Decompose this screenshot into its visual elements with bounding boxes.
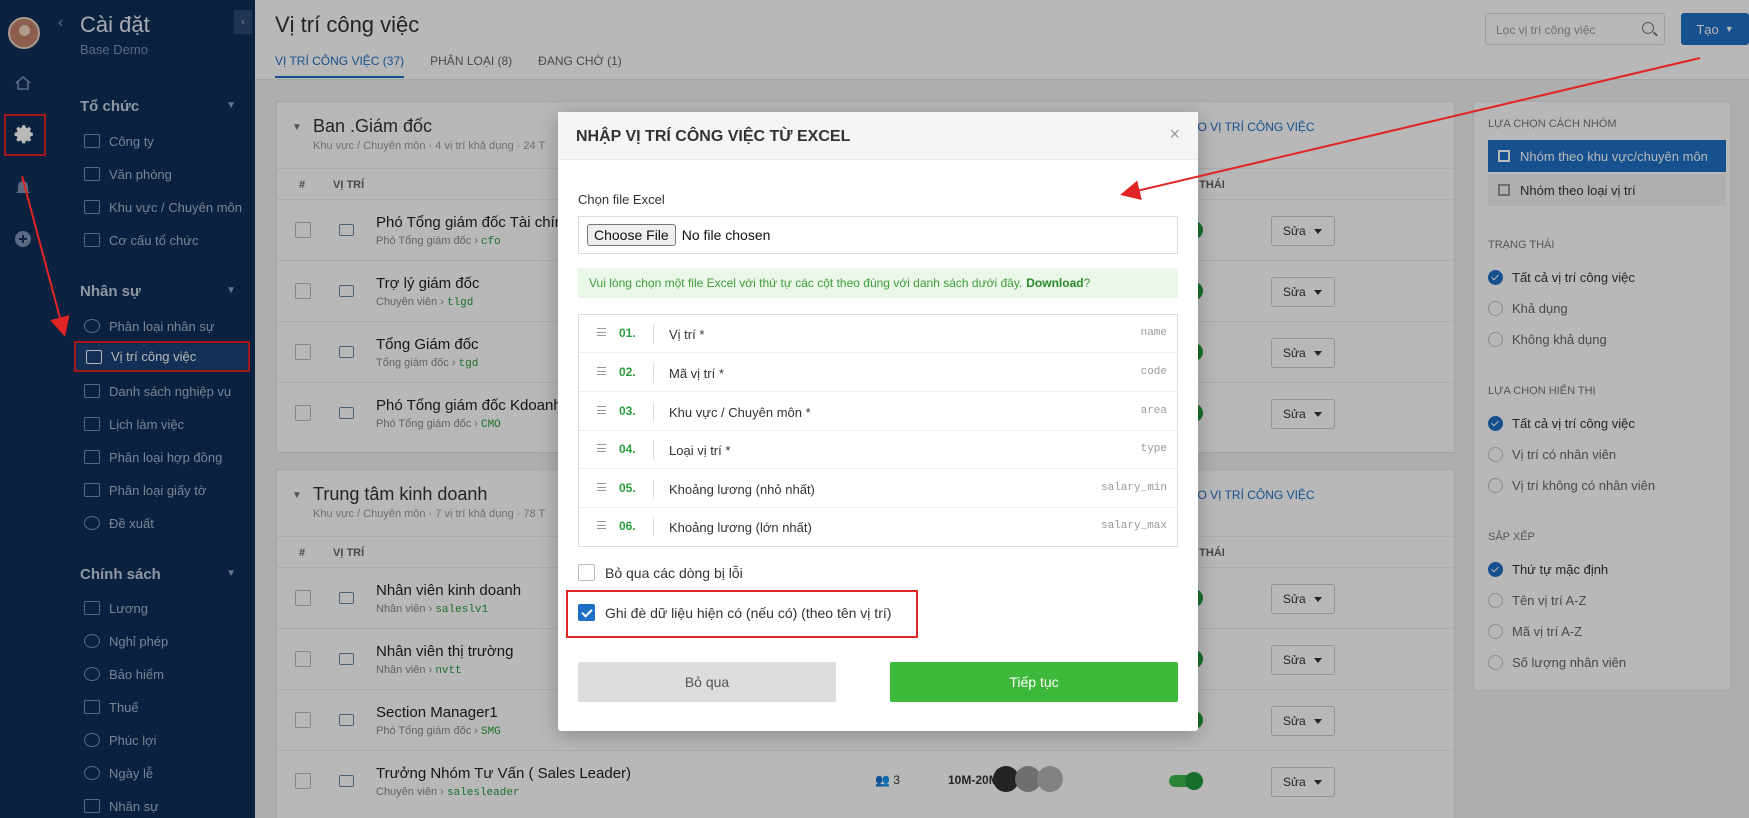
- column-code: salary_max: [1100, 520, 1167, 532]
- close-icon[interactable]: ×: [1169, 124, 1180, 145]
- modal-header: NHẬP VỊ TRÍ CÔNG VIỆC TỪ EXCEL ×: [558, 112, 1198, 160]
- choose-file-button[interactable]: Choose File: [587, 224, 676, 246]
- note-text: Vui lòng chọn một file Excel với thứ tự …: [589, 276, 1023, 290]
- file-input[interactable]: Choose File No file chosen: [578, 216, 1178, 254]
- list-item[interactable]: 06. Khoảng lương (lớn nhất) salary_max: [579, 508, 1177, 546]
- column-list: 01. Vị trí * name 02. Mã vị trí * code 03. Kh…: [578, 314, 1178, 547]
- drag-handle-icon[interactable]: [597, 483, 606, 491]
- continue-button[interactable]: Tiếp tục: [890, 662, 1178, 702]
- cancel-button[interactable]: Bỏ qua: [578, 662, 836, 702]
- file-status: No file chosen: [681, 227, 771, 243]
- import-excel-modal: NHẬP VỊ TRÍ CÔNG VIỆC TỪ EXCEL × Chọn fi…: [558, 112, 1198, 731]
- list-item[interactable]: 05. Khoảng lương (nhỏ nhất) salary_min: [579, 470, 1177, 508]
- column-label: Vị trí *: [669, 327, 705, 342]
- column-number: 06.: [619, 519, 636, 533]
- divider: [653, 517, 654, 537]
- drag-handle-icon[interactable]: [597, 444, 606, 452]
- checkbox-label: Ghi đè dữ liệu hiện có (nếu có) (theo tê…: [605, 604, 892, 621]
- column-code: code: [1140, 366, 1167, 378]
- drag-handle-icon[interactable]: [597, 521, 606, 529]
- instruction-note: Vui lòng chọn một file Excel với thứ tự …: [578, 268, 1178, 298]
- column-label: Khoảng lương (nhỏ nhất): [669, 482, 815, 497]
- skip-errors-checkbox[interactable]: Bỏ qua các dòng bị lỗi: [578, 564, 743, 581]
- drag-handle-icon[interactable]: [597, 328, 606, 336]
- divider: [653, 402, 654, 422]
- modal-title: NHẬP VỊ TRÍ CÔNG VIỆC TỪ EXCEL: [576, 128, 851, 145]
- checkbox[interactable]: [578, 564, 595, 581]
- column-label: Loại vị trí *: [669, 443, 731, 458]
- column-code: type: [1140, 443, 1167, 455]
- column-code: salary_min: [1100, 482, 1167, 494]
- column-label: Khoảng lương (lớn nhất): [669, 520, 812, 535]
- column-number: 05.: [619, 481, 636, 495]
- column-code: area: [1140, 405, 1167, 417]
- drag-handle-icon[interactable]: [597, 406, 606, 414]
- column-number: 01.: [619, 326, 636, 340]
- drag-handle-icon[interactable]: [597, 367, 606, 375]
- column-number: 03.: [619, 404, 636, 418]
- checkbox-checked[interactable]: [578, 604, 595, 621]
- download-link[interactable]: Download: [1026, 276, 1083, 290]
- divider: [653, 440, 654, 460]
- column-code: name: [1140, 327, 1167, 339]
- file-label: Chọn file Excel: [578, 192, 665, 207]
- divider: [653, 479, 654, 499]
- column-number: 04.: [619, 442, 636, 456]
- list-item[interactable]: 02. Mã vị trí * code: [579, 354, 1177, 392]
- column-label: Khu vực / Chuyên môn *: [669, 405, 811, 420]
- list-item[interactable]: 03. Khu vực / Chuyên môn * area: [579, 393, 1177, 431]
- column-label: Mã vị trí *: [669, 366, 724, 381]
- divider: [653, 324, 654, 344]
- list-item[interactable]: 04. Loại vị trí * type: [579, 431, 1177, 469]
- checkbox-label: Bỏ qua các dòng bị lỗi: [605, 564, 743, 581]
- divider: [653, 363, 654, 383]
- overwrite-checkbox[interactable]: Ghi đè dữ liệu hiện có (nếu có) (theo tê…: [578, 604, 891, 621]
- column-number: 02.: [619, 365, 636, 379]
- list-item[interactable]: 01. Vị trí * name: [579, 315, 1177, 353]
- note-suffix: ?: [1083, 276, 1091, 290]
